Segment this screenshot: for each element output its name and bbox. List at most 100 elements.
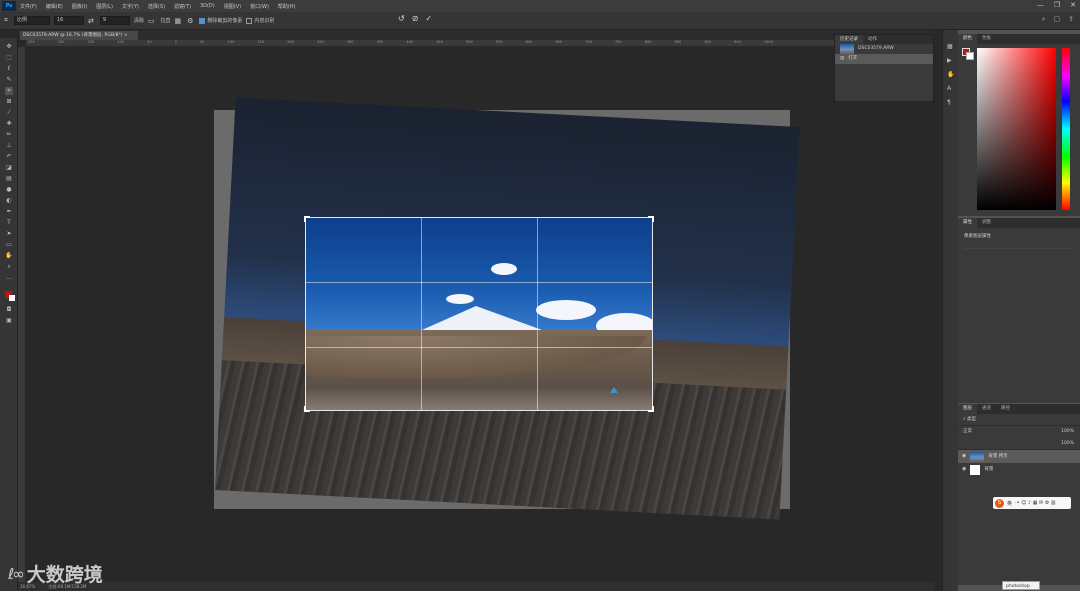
ime-lang[interactable]: 英 bbox=[1007, 500, 1012, 507]
content-aware-checkbox[interactable] bbox=[246, 17, 253, 24]
crop-handle-bl[interactable] bbox=[304, 406, 310, 412]
workspace-icon[interactable]: ▢ bbox=[1054, 15, 1061, 24]
tab-color[interactable]: 颜色 bbox=[958, 34, 977, 44]
tab-swatches[interactable]: 色板 bbox=[977, 34, 996, 44]
eraser-tool-icon[interactable]: ◪ bbox=[5, 164, 13, 172]
move-tool-icon[interactable]: ✥ bbox=[5, 43, 13, 51]
hue-slider[interactable] bbox=[1062, 48, 1070, 210]
quick-mask-icon[interactable]: ◘ bbox=[5, 306, 13, 314]
blur-tool-icon[interactable]: ● bbox=[5, 186, 13, 194]
crop-box[interactable] bbox=[305, 217, 653, 411]
search-workspace: ⌕ ▢ ⇪ bbox=[1042, 15, 1074, 24]
eye-icon[interactable]: ◉ bbox=[962, 450, 966, 463]
tab-paths[interactable]: 路径 bbox=[996, 404, 1015, 414]
eye-icon[interactable]: ◉ bbox=[962, 463, 966, 476]
minimize-icon[interactable]: — bbox=[1037, 1, 1044, 9]
maximize-icon[interactable]: ❐ bbox=[1054, 1, 1060, 9]
lasso-tool-icon[interactable]: ℓ bbox=[5, 65, 13, 73]
screen-mode-icon[interactable]: ▣ bbox=[5, 317, 13, 325]
hand-tool-icon[interactable]: ✋ bbox=[5, 252, 13, 260]
history-brush-icon[interactable]: ↶ bbox=[5, 153, 13, 161]
tab-adjustments[interactable]: 调整 bbox=[977, 218, 996, 228]
menu-image[interactable]: 图像(I) bbox=[72, 3, 87, 10]
snapshot-label: DSC03579.ARW bbox=[858, 46, 894, 51]
straighten-icon[interactable]: ▭ bbox=[148, 17, 155, 25]
layer-filter[interactable]: ⌕ 类型 bbox=[958, 414, 1080, 426]
clear-button[interactable]: 清除 bbox=[134, 17, 144, 24]
swap-icon[interactable]: ⇄ bbox=[88, 17, 94, 25]
gradient-tool-icon[interactable]: ▤ bbox=[5, 175, 13, 183]
fill-field[interactable]: 100% bbox=[1061, 438, 1074, 449]
background-color[interactable] bbox=[966, 52, 974, 60]
tab-history[interactable]: 历史记录 bbox=[835, 35, 863, 44]
crop-handle-br[interactable] bbox=[648, 406, 654, 412]
document-tab-bar bbox=[18, 30, 934, 40]
tab-actions[interactable]: 动作 bbox=[863, 35, 882, 44]
crop-handle-tr[interactable] bbox=[648, 216, 654, 222]
history-panel: 历史记录 动作 DSC03579.ARW ▤ 打开 bbox=[834, 34, 934, 102]
more-tools-icon[interactable]: … bbox=[5, 274, 13, 282]
blend-mode-select[interactable]: 正常 bbox=[963, 426, 972, 438]
ime-toolbar[interactable]: S 英 ·• ☺ ♪ ▦ ✉ ⚙ ▥ bbox=[993, 497, 1071, 509]
menu-edit[interactable]: 编辑(E) bbox=[46, 3, 63, 10]
layer-row[interactable]: ◉ 背景 拷贝 bbox=[958, 450, 1080, 463]
reset-icon[interactable]: ↺ bbox=[398, 14, 405, 23]
menu-3d[interactable]: 3D(D) bbox=[200, 3, 215, 9]
menu-layer[interactable]: 图层(L) bbox=[96, 3, 113, 10]
commit-check-icon[interactable]: ✓ bbox=[425, 14, 432, 23]
quick-select-tool-icon[interactable]: ✎ bbox=[5, 76, 13, 84]
history-snapshot[interactable]: DSC03579.ARW bbox=[835, 44, 933, 54]
clone-stamp-icon[interactable]: ⊥ bbox=[5, 142, 13, 150]
document-tab[interactable]: DSC03579.ARW @ 16.7% (背景图层, RGB/8*) × bbox=[20, 31, 138, 40]
close-icon[interactable]: ✕ bbox=[1070, 1, 1076, 9]
zoom-tool-icon[interactable]: ⌕ bbox=[5, 263, 13, 271]
pen-tool-icon[interactable]: ✒ bbox=[5, 208, 13, 216]
gear-icon[interactable]: ⚙ bbox=[187, 17, 193, 25]
straighten-label[interactable]: 拉直 bbox=[160, 17, 170, 24]
eyedropper-tool-icon[interactable]: ⁄ bbox=[5, 109, 13, 117]
ruler-vertical bbox=[18, 47, 26, 582]
photoshop-window: Ps 文件(F) 编辑(E) 图像(I) 图层(L) 文字(Y) 选择(S) 滤… bbox=[0, 0, 1080, 591]
dodge-tool-icon[interactable]: ◐ bbox=[5, 197, 13, 205]
transform-fields[interactable] bbox=[964, 248, 1074, 288]
share-icon[interactable]: ⇪ bbox=[1068, 15, 1074, 24]
path-select-icon[interactable]: ➤ bbox=[5, 230, 13, 238]
history-item-open[interactable]: ▤ 打开 bbox=[835, 54, 933, 64]
background-color-swatch[interactable] bbox=[9, 295, 15, 301]
menu-select[interactable]: 选择(S) bbox=[148, 3, 165, 10]
tab-layers[interactable]: 图层 bbox=[958, 404, 977, 414]
menu-file[interactable]: 文件(F) bbox=[20, 3, 37, 10]
frame-tool-icon[interactable]: ⊠ bbox=[5, 98, 13, 106]
watermark: ℓ∞ 大数跨境 bbox=[8, 560, 103, 587]
layer-thumbnail bbox=[970, 464, 981, 475]
cancel-icon[interactable]: ⊘ bbox=[412, 14, 419, 23]
opacity-field[interactable]: 100% bbox=[1061, 426, 1074, 438]
ime-icons[interactable]: ·• ☺ ♪ ▦ ✉ ⚙ ▥ bbox=[1015, 500, 1056, 506]
crop-tool-icon[interactable]: ⌗ bbox=[5, 87, 13, 95]
search-icon[interactable]: ⌕ bbox=[1042, 15, 1046, 24]
tab-properties[interactable]: 属性 bbox=[958, 218, 977, 228]
grid-overlay-icon[interactable]: ▦ bbox=[174, 17, 181, 25]
crop-handle-tl[interactable] bbox=[304, 216, 310, 222]
type-tool-icon[interactable]: T bbox=[5, 219, 13, 227]
marquee-tool-icon[interactable]: ⬚ bbox=[5, 54, 13, 62]
healing-brush-icon[interactable]: ✚ bbox=[5, 120, 13, 128]
crop-height-field[interactable]: 9 bbox=[99, 16, 130, 25]
menu-view[interactable]: 视图(V) bbox=[224, 3, 241, 10]
ratio-select[interactable]: 比例 bbox=[13, 16, 50, 25]
menu-filter[interactable]: 滤镜(T) bbox=[174, 3, 191, 10]
menu-help[interactable]: 帮助(H) bbox=[278, 3, 296, 10]
layer-row[interactable]: ◉ 背景 bbox=[958, 463, 1080, 476]
delete-cropped-checkbox[interactable] bbox=[199, 17, 206, 24]
shape-tool-icon[interactable]: ▭ bbox=[5, 241, 13, 249]
menu-bar: Ps 文件(F) 编辑(E) 图像(I) 图层(L) 文字(Y) 选择(S) 滤… bbox=[0, 0, 1080, 12]
menu-window[interactable]: 窗口(W) bbox=[250, 3, 269, 10]
menu-type[interactable]: 文字(Y) bbox=[122, 3, 139, 10]
sogou-icon: S bbox=[995, 498, 1004, 508]
crop-width-field[interactable]: 16 bbox=[53, 16, 84, 25]
brush-tool-icon[interactable]: ✏ bbox=[5, 131, 13, 139]
dock-icons[interactable]: ▦ ▶ ✋ A ¶ bbox=[943, 30, 958, 120]
tab-channels[interactable]: 通道 bbox=[977, 404, 996, 414]
color-picker-field[interactable] bbox=[977, 48, 1056, 210]
crop-tool-preset-icon[interactable]: ⌗ bbox=[4, 16, 8, 25]
